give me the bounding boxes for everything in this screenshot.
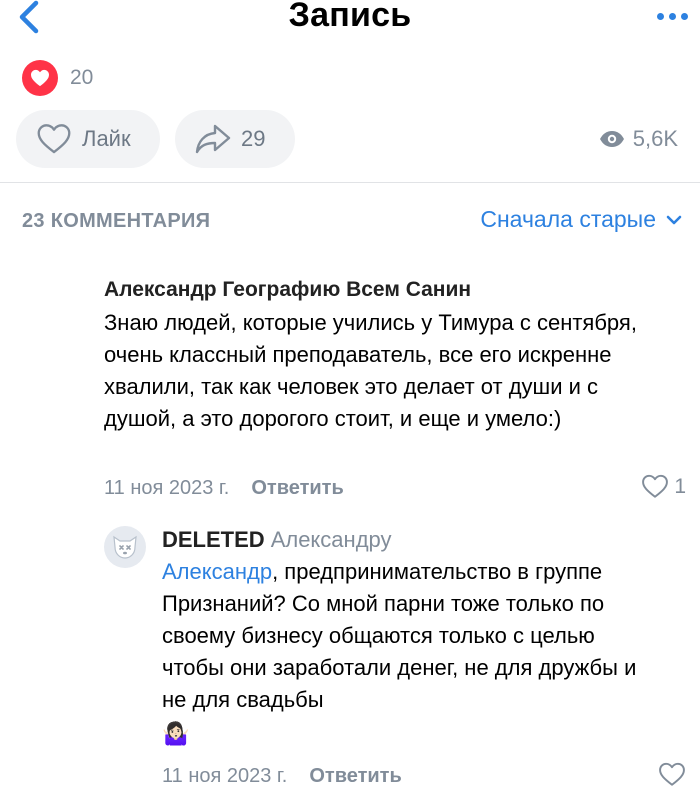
comment-text: Знаю людей, которые учились у Тимура с с…	[104, 310, 637, 431]
reply-header: DELETED Александру	[162, 524, 692, 556]
chevron-down-icon	[666, 215, 682, 224]
comment-meta: 11 ноя 2023 г. Ответить	[162, 762, 402, 790]
comment-like-button[interactable]	[658, 762, 686, 792]
views-counter: 5,6K	[599, 126, 678, 152]
share-icon	[195, 124, 231, 154]
comment-meta: 11 ноя 2023 г. Ответить	[104, 474, 344, 502]
top-bar: Запись	[0, 0, 700, 42]
mention-link[interactable]: Александр	[162, 559, 272, 584]
comment-date: 11 ноя 2023 г.	[162, 764, 288, 787]
reply-body: DELETED Александру Александр, предпринима…	[162, 524, 692, 748]
views-count: 5,6K	[632, 126, 678, 151]
more-horizontal-icon	[668, 12, 676, 20]
comment-like-count: 1	[674, 474, 686, 498]
heart-outline-icon	[37, 124, 71, 154]
heart-icon	[22, 60, 58, 96]
comment-author[interactable]: Александр Географию Всем Санин	[104, 276, 684, 304]
comment: Александр Географию Всем Санин Знаю люде…	[104, 276, 684, 435]
shrug-emoji: 🤷🏻‍♀️	[162, 721, 190, 747]
comment-author[interactable]: DELETED	[162, 527, 265, 552]
more-horizontal-icon	[656, 12, 664, 20]
deleted-dog-icon	[113, 535, 137, 559]
more-horizontal-icon	[680, 12, 688, 20]
sort-label: Сначала старые	[480, 206, 656, 232]
like-label: Лайк	[82, 126, 131, 151]
comment-date: 11 ноя 2023 г.	[104, 476, 230, 499]
page-title: Запись	[288, 0, 412, 34]
eye-icon	[599, 131, 624, 147]
comment-like-button[interactable]: 1	[641, 474, 686, 499]
sort-dropdown[interactable]: Сначала старые	[480, 206, 682, 233]
reactions-count: 20	[70, 66, 94, 89]
like-button[interactable]: Лайк	[16, 110, 160, 168]
post-actions: Лайк 29 5,6K	[16, 110, 686, 168]
reply-to[interactable]: Александру	[271, 527, 392, 552]
comments-header: 23 КОММЕНТАРИЯ Сначала старые	[22, 206, 682, 236]
reply-button[interactable]: Ответить	[251, 477, 343, 500]
reply-button[interactable]: Ответить	[309, 765, 401, 788]
divider	[0, 182, 700, 183]
heart-outline-icon	[659, 762, 685, 786]
reactions-summary[interactable]: 20	[22, 60, 93, 96]
share-count: 29	[241, 126, 266, 151]
avatar[interactable]	[104, 526, 146, 568]
heart-outline-icon	[642, 474, 669, 498]
comment-text: Александр, предпринимательство в группе …	[162, 556, 662, 748]
more-button[interactable]	[652, 10, 692, 22]
share-button[interactable]: 29	[175, 110, 295, 168]
comments-count: 23 КОММЕНТАРИЯ	[22, 210, 211, 232]
